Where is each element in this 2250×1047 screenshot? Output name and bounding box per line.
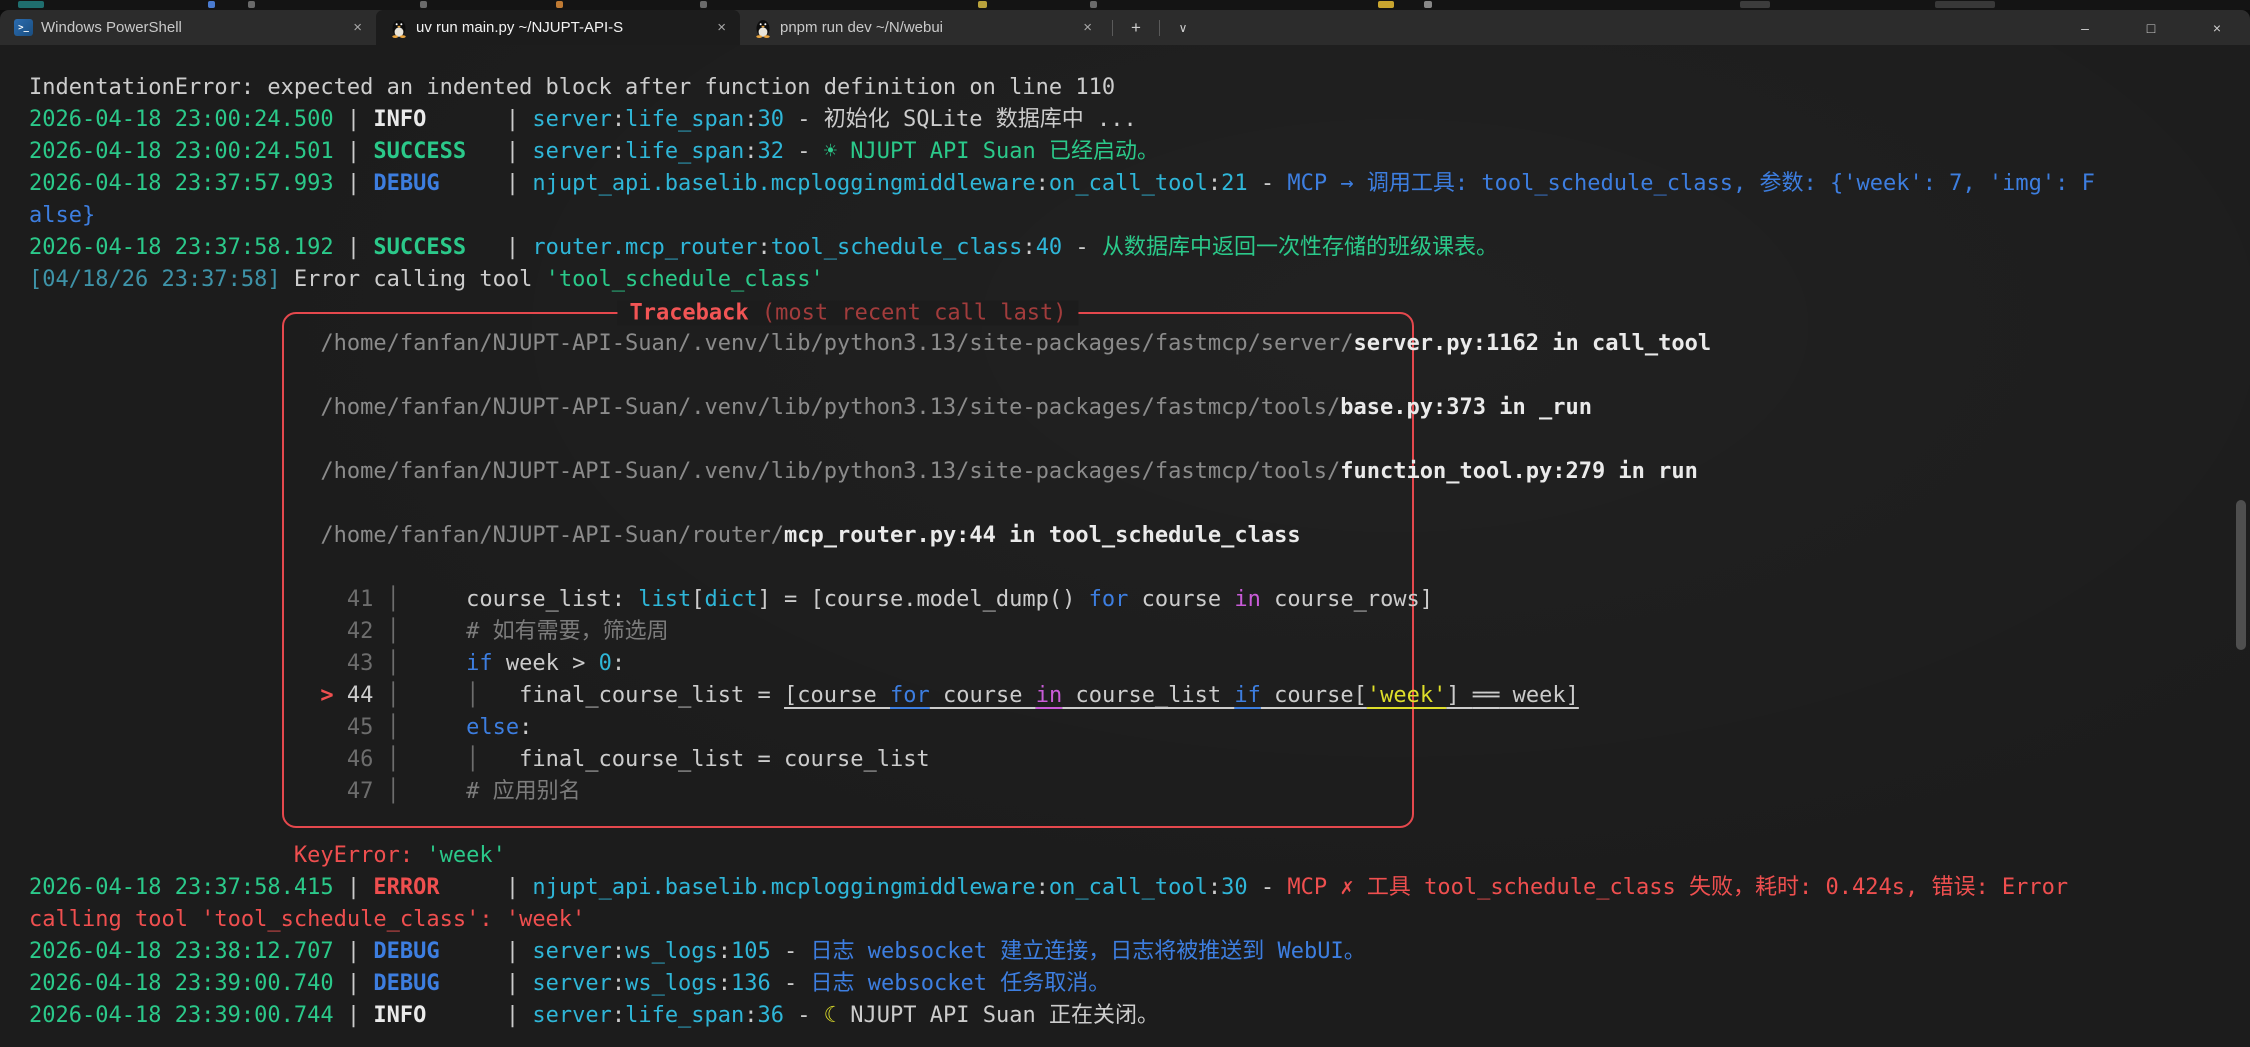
tab-close-icon[interactable]: × [713, 19, 730, 36]
terminal[interactable]: Traceback (most recent call last) Indent… [0, 45, 2250, 1047]
tab-pnpm-run-dev[interactable]: pnpm run dev ~/N/webui × [740, 10, 1106, 45]
terminal-window: >_ Windows PowerShell × uv run main.py ~… [0, 10, 2250, 1047]
background-window-strip [0, 0, 2250, 10]
terminal-line: calling tool 'tool_schedule_class': 'wee… [29, 904, 2095, 936]
background-window-decoration [556, 1, 563, 8]
tab-uv-run-main[interactable]: uv run main.py ~/NJUPT-API-S × [376, 10, 740, 45]
terminal-line [29, 552, 2095, 584]
titlebar[interactable]: >_ Windows PowerShell × uv run main.py ~… [0, 10, 2250, 45]
terminal-line: KeyError: 'week' [29, 840, 2095, 872]
terminal-line: [04/18/26 23:37:58] Error calling tool '… [29, 264, 2095, 296]
terminal-line: 47 │ # 应用别名 [29, 776, 2095, 808]
terminal-line: 2026-04-18 23:39:00.744 | INFO | server:… [29, 1000, 2095, 1032]
terminal-line: 2026-04-18 23:00:24.501 | SUCCESS | serv… [29, 136, 2095, 168]
terminal-line: 2026-04-18 23:39:00.740 | DEBUG | server… [29, 968, 2095, 1000]
tab-title: Windows PowerShell [41, 19, 341, 36]
terminal-line: /home/fanfan/NJUPT-API-Suan/.venv/lib/py… [29, 392, 2095, 424]
terminal-line: /home/fanfan/NJUPT-API-Suan/.venv/lib/py… [29, 328, 2095, 360]
tab-windows-powershell[interactable]: >_ Windows PowerShell × [0, 10, 376, 45]
tab-bar-divider [1112, 20, 1113, 36]
background-window-decoration [1378, 1, 1394, 8]
terminal-line: 45 │ else: [29, 712, 2095, 744]
terminal-line: 2026-04-18 23:37:58.415 | ERROR | njupt_… [29, 872, 2095, 904]
tab-title: pnpm run dev ~/N/webui [780, 19, 1071, 36]
tab-dropdown-button[interactable]: ∨ [1166, 10, 1200, 45]
window-controls: – □ × [2052, 10, 2250, 45]
background-window-decoration [420, 1, 427, 8]
maximize-button[interactable]: □ [2118, 10, 2184, 45]
close-button[interactable]: × [2184, 10, 2250, 45]
new-tab-button[interactable]: + [1119, 10, 1153, 45]
screen: >_ Windows PowerShell × uv run main.py ~… [0, 0, 2250, 1047]
tux-icon [754, 18, 772, 38]
terminal-line: 2026-04-18 23:37:57.993 | DEBUG | njupt_… [29, 168, 2095, 200]
terminal-line: 2026-04-18 23:00:24.500 | INFO | server:… [29, 104, 2095, 136]
terminal-line [29, 424, 2095, 456]
tab-close-icon[interactable]: × [349, 19, 366, 36]
scrollbar-thumb[interactable] [2236, 500, 2246, 650]
terminal-line: 2026-04-18 23:38:12.707 | DEBUG | server… [29, 936, 2095, 968]
terminal-line [29, 360, 2095, 392]
terminal-line: /home/fanfan/NJUPT-API-Suan/.venv/lib/py… [29, 456, 2095, 488]
terminal-line: 42 │ # 如有需要，筛选周 [29, 616, 2095, 648]
background-window-decoration [208, 1, 215, 8]
background-window-decoration [248, 1, 255, 8]
powershell-icon: >_ [14, 19, 33, 36]
background-window-decoration [18, 1, 44, 8]
terminal-line [29, 296, 2095, 328]
terminal-line: > 44 │ │ final_course_list = [course for… [29, 680, 2095, 712]
background-window-decoration [1090, 1, 1097, 8]
terminal-line: 41 │ course_list: list[dict] = [course.m… [29, 584, 2095, 616]
terminal-line: 2026-04-18 23:37:58.192 | SUCCESS | rout… [29, 232, 2095, 264]
terminal-lines: IndentationError: expected an indented b… [29, 72, 2095, 1032]
minimize-button[interactable]: – [2052, 10, 2118, 45]
background-window-decoration [1935, 1, 1995, 8]
tux-icon [390, 18, 408, 38]
terminal-line [29, 488, 2095, 520]
terminal-line: alse} [29, 200, 2095, 232]
tab-close-icon[interactable]: × [1079, 19, 1096, 36]
terminal-line [29, 808, 2095, 840]
background-window-decoration [1740, 1, 1770, 8]
terminal-line: IndentationError: expected an indented b… [29, 72, 2095, 104]
terminal-line: 46 │ │ final_course_list = course_list [29, 744, 2095, 776]
background-window-decoration [1424, 1, 1432, 8]
terminal-line: 43 │ if week > 0: [29, 648, 2095, 680]
tab-title: uv run main.py ~/NJUPT-API-S [416, 19, 705, 36]
background-window-decoration [700, 1, 707, 8]
background-window-decoration [978, 1, 987, 8]
tab-bar-divider [1159, 20, 1160, 36]
terminal-line: /home/fanfan/NJUPT-API-Suan/router/mcp_r… [29, 520, 2095, 552]
